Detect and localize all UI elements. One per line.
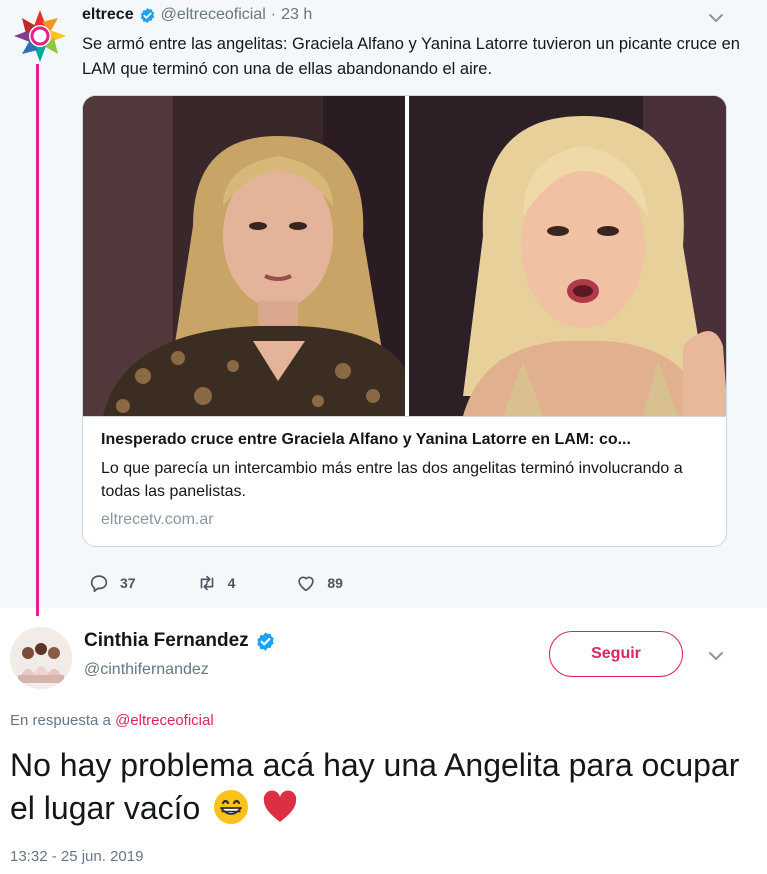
parent-tweet-header: eltrece @eltreceoficial · 23 h [82, 6, 312, 24]
thread-line [36, 64, 39, 616]
reply-author-handle[interactable]: @cinthifernandez [84, 661, 209, 679]
card-text: Inesperado cruce entre Graciela Alfano y… [83, 416, 726, 546]
like-count: 89 [327, 575, 343, 591]
eltrece-logo[interactable] [12, 8, 68, 64]
separator-dot: · [270, 6, 277, 23]
author-name[interactable]: eltrece [82, 6, 134, 24]
tweet-text: Se armó entre las angelitas: Graciela Al… [82, 35, 740, 78]
chevron-down-icon[interactable] [706, 8, 726, 28]
in-reply-to: En respuesta a @eltreceoficial [10, 712, 214, 729]
link-card[interactable]: Inesperado cruce entre Graciela Alfano y… [82, 95, 727, 547]
avatar[interactable] [10, 627, 72, 689]
card-domain: eltrecetv.com.ar [101, 511, 214, 528]
card-title: Inesperado cruce entre Graciela Alfano y… [101, 431, 631, 448]
parent-tweet[interactable]: eltrece @eltreceoficial · 23 h Se armó e… [0, 0, 767, 616]
card-image [83, 96, 726, 416]
tweet-actions: 37 4 89 [88, 572, 403, 594]
reply-count: 37 [120, 575, 136, 591]
reply-timestamp[interactable]: 13:32 - 25 jun. 2019 [10, 848, 143, 865]
reply-tweet-text: No hay problema acá hay una Angelita par… [10, 744, 750, 830]
in-reply-mention[interactable]: @eltreceoficial [115, 712, 214, 729]
chevron-down-icon[interactable] [706, 646, 726, 666]
card-description: Lo que parecía un intercambio más entre … [101, 460, 683, 500]
like-button[interactable]: 89 [295, 572, 343, 594]
reply-author-name-text: Cinthia Fernandez [84, 630, 249, 651]
author-handle[interactable]: @eltreceoficial [161, 6, 266, 24]
grinning-face-emoji [214, 790, 249, 824]
like-icon [298, 576, 315, 592]
red-heart-emoji [263, 790, 297, 822]
retweet-button[interactable]: 4 [196, 572, 236, 594]
reply-button[interactable]: 37 [88, 572, 136, 594]
reply-icon [90, 575, 108, 593]
follow-button[interactable]: Seguir [549, 631, 683, 677]
reply-author-name[interactable]: Cinthia Fernandez [84, 630, 276, 652]
retweet-count: 4 [227, 575, 236, 591]
verified-badge-icon [140, 7, 154, 23]
retweet-icon [200, 575, 213, 591]
tweet-time[interactable]: 23 h [281, 6, 312, 24]
reply-text-body: No hay problema acá hay una Angelita par… [10, 747, 740, 826]
in-reply-prefix: En respuesta a [10, 712, 111, 729]
verified-badge-icon [256, 631, 274, 651]
